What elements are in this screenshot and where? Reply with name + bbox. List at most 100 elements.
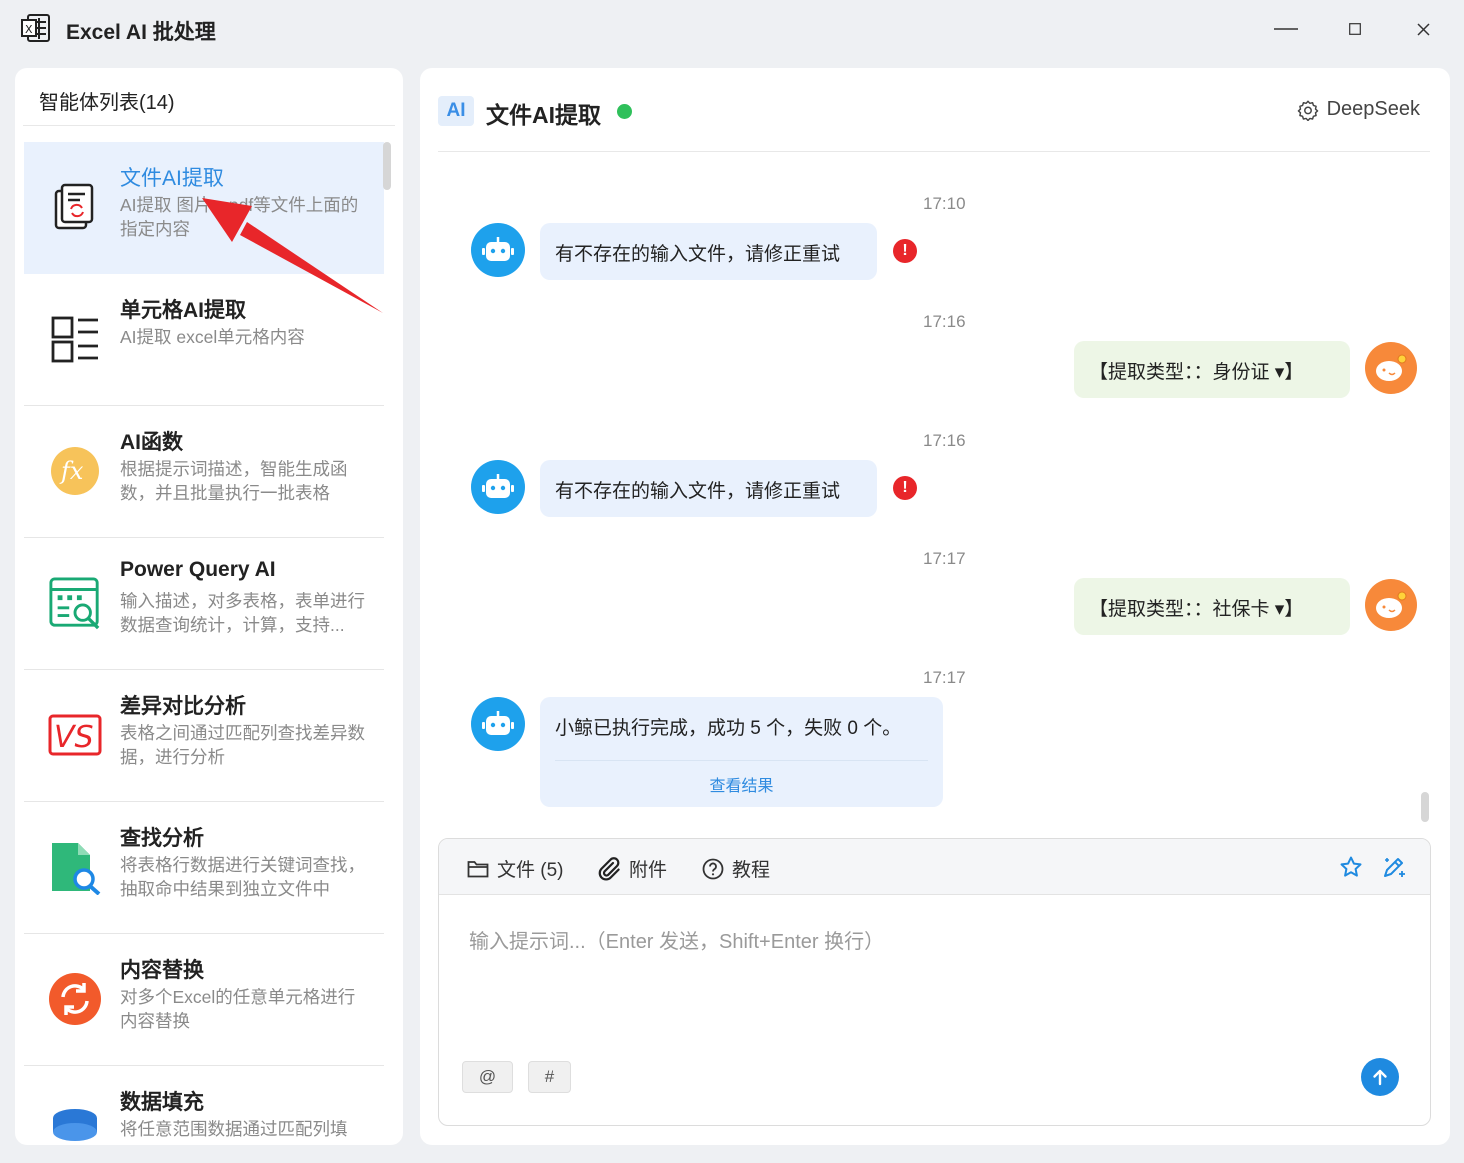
bot-message-bubble: 有不存在的输入文件，请修正重试 [540, 460, 877, 517]
title-bar: X Excel AI 批处理 [0, 0, 1464, 58]
chat-scrollbar[interactable] [1421, 792, 1429, 822]
divider [555, 760, 928, 761]
bot-avatar [471, 460, 525, 514]
agent-list-header: 智能体列表(14) [39, 92, 175, 114]
bot-message-bubble: 有不存在的输入文件，请修正重试 [540, 223, 877, 280]
agent-item-cell-ai-extract[interactable]: 单元格AI提取 AI提取 excel单元格内容 [24, 274, 384, 406]
grid-list-icon [48, 312, 102, 366]
agent-list-scrollbar[interactable] [383, 142, 391, 190]
tag-button[interactable]: # [528, 1061, 571, 1093]
agent-desc: 将任意范围数据通过匹配列填 [120, 1119, 348, 1139]
paperclip-icon [598, 856, 620, 880]
agent-desc: 根据提示词描述，智能生成函数，并且批量执行一批表格 [120, 459, 348, 503]
message-time: 17:17 [923, 549, 966, 568]
query-table-icon [48, 576, 102, 630]
agent-desc: 对多个Excel的任意单元格进行内容替换 [120, 987, 356, 1031]
model-settings-button[interactable]: DeepSeek [1297, 98, 1420, 121]
attachment-button[interactable]: 附件 [597, 855, 667, 882]
fx-icon: fx [48, 444, 102, 498]
bot-avatar [471, 223, 525, 277]
user-message-bubble[interactable]: 【提取类型：：身份证 ▾】 [1074, 341, 1350, 398]
minimize-button[interactable] [1266, 14, 1306, 44]
minimize-icon [1274, 28, 1298, 30]
prompt-edit-button[interactable] [1381, 854, 1407, 885]
agent-name: 查找分析 [120, 827, 204, 850]
svg-text:fx: fx [59, 457, 84, 485]
close-icon [1416, 22, 1430, 36]
agent-name: 单元格AI提取 [120, 299, 246, 322]
tutorial-label: 教程 [732, 860, 771, 881]
ai-badge: AI [438, 96, 474, 126]
agent-item-file-ai-extract[interactable]: 文件AI提取 AI提取 图片、pdf等文件上面的指定内容 [24, 142, 384, 274]
user-message-bubble[interactable]: 【提取类型：：社保卡 ▾】 [1074, 578, 1350, 635]
robot-icon [482, 237, 514, 261]
agent-desc: AI提取 图片、pdf等文件上面的指定内容 [120, 195, 359, 239]
tutorial-button[interactable]: 教程 [702, 855, 770, 882]
file-search-icon [48, 840, 102, 895]
favorite-button[interactable] [1339, 855, 1363, 884]
bot-result-bubble: 小鲸已执行完成，成功 5 个，失败 0 个。 查看结果 [540, 697, 943, 807]
agent-name: AI函数 [120, 431, 183, 454]
model-name: DeepSeek [1326, 98, 1420, 120]
bot-avatar [471, 697, 525, 751]
document-extract-icon [48, 180, 102, 234]
message-time: 17:17 [923, 668, 966, 687]
maximize-icon [1349, 23, 1361, 35]
user-avatar [1365, 579, 1417, 631]
online-status-dot [617, 104, 632, 119]
message-text: 小鲸已执行完成，成功 5 个，失败 0 个。 [555, 718, 902, 739]
agent-desc: 表格之间通过匹配列查找差异数据，进行分析 [120, 723, 365, 767]
gear-icon [1297, 100, 1318, 121]
agent-name: 数据填充 [120, 1091, 204, 1114]
svg-text:X: X [25, 23, 33, 36]
message-text: 【提取类型：：身份证 ▾】 [1089, 362, 1304, 383]
agent-item-diff-analysis[interactable]: VS 差异对比分析 表格之间通过匹配列查找差异数据，进行分析 [24, 670, 384, 802]
help-circle-icon [702, 858, 724, 879]
app-title: Excel AI 批处理 [66, 21, 216, 44]
agent-desc: AI提取 excel单元格内容 [120, 327, 305, 347]
agent-name: 内容替换 [120, 959, 204, 982]
agent-name: 文件AI提取 [120, 167, 224, 190]
view-result-link[interactable]: 查看结果 [540, 772, 943, 796]
divider [23, 125, 395, 126]
error-icon: ! [893, 239, 917, 263]
send-button[interactable] [1361, 1058, 1399, 1096]
attachment-label: 附件 [629, 860, 668, 881]
maximize-button[interactable] [1335, 14, 1375, 44]
agent-item-power-query-ai[interactable]: Power Query AI 输入描述，对多表格，表单进行数据查询统计，计算，支… [24, 538, 384, 670]
cat-avatar-icon [1376, 354, 1407, 381]
agent-item-search-analysis[interactable]: 查找分析 将表格行数据进行关键词查找，抽取命中结果到独立文件中 [24, 802, 384, 934]
composer-toolbar: 文件 (5) 附件 教程 [439, 839, 1430, 895]
chat-panel: AI 文件AI提取 DeepSeek 17:10 有不存在的输入文件，请修正重试… [420, 68, 1450, 1145]
robot-icon [482, 474, 514, 498]
message-time: 17:16 [923, 312, 966, 331]
message-text: 有不存在的输入文件，请修正重试 [555, 481, 841, 502]
mention-button[interactable]: @ [462, 1061, 513, 1093]
excel-app-icon: X [21, 14, 50, 42]
error-icon: ! [893, 476, 917, 500]
agent-name: Power Query AI [120, 558, 276, 581]
agent-item-ai-function[interactable]: fx AI函数 根据提示词描述，智能生成函数，并且批量执行一批表格 [24, 406, 384, 538]
magic-pen-icon [1384, 858, 1405, 877]
close-button[interactable] [1403, 14, 1443, 44]
star-icon [1340, 856, 1362, 877]
database-icon [48, 1104, 102, 1145]
agent-desc: 输入描述，对多表格，表单进行数据查询统计，计算，支持... [120, 591, 365, 635]
robot-icon [482, 711, 514, 735]
chat-title: 文件AI提取 [486, 102, 601, 128]
replace-icon [48, 972, 102, 1026]
folder-icon [467, 860, 489, 877]
message-time: 17:16 [923, 431, 966, 450]
files-label: 文件 (5) [497, 860, 564, 881]
message-text: 【提取类型：：社保卡 ▾】 [1089, 599, 1304, 620]
vs-icon: VS [48, 708, 102, 762]
message-text: 有不存在的输入文件，请修正重试 [555, 244, 841, 265]
agent-item-content-replace[interactable]: 内容替换 对多个Excel的任意单元格进行内容替换 [24, 934, 384, 1066]
files-button[interactable]: 文件 (5) [467, 855, 564, 882]
agent-list: 文件AI提取 AI提取 图片、pdf等文件上面的指定内容 单元格AI提取 AI提… [24, 142, 384, 1145]
composer: 文件 (5) 附件 教程 输入提示词...（Enter 发送，Shift+Ent… [438, 838, 1431, 1126]
agent-item-data-fill[interactable]: 数据填充 将任意范围数据通过匹配列填 [24, 1066, 384, 1145]
arrow-up-icon [1373, 1069, 1387, 1086]
cat-avatar-icon [1376, 591, 1407, 618]
prompt-input[interactable]: 输入提示词...（Enter 发送，Shift+Enter 换行） [469, 925, 884, 954]
